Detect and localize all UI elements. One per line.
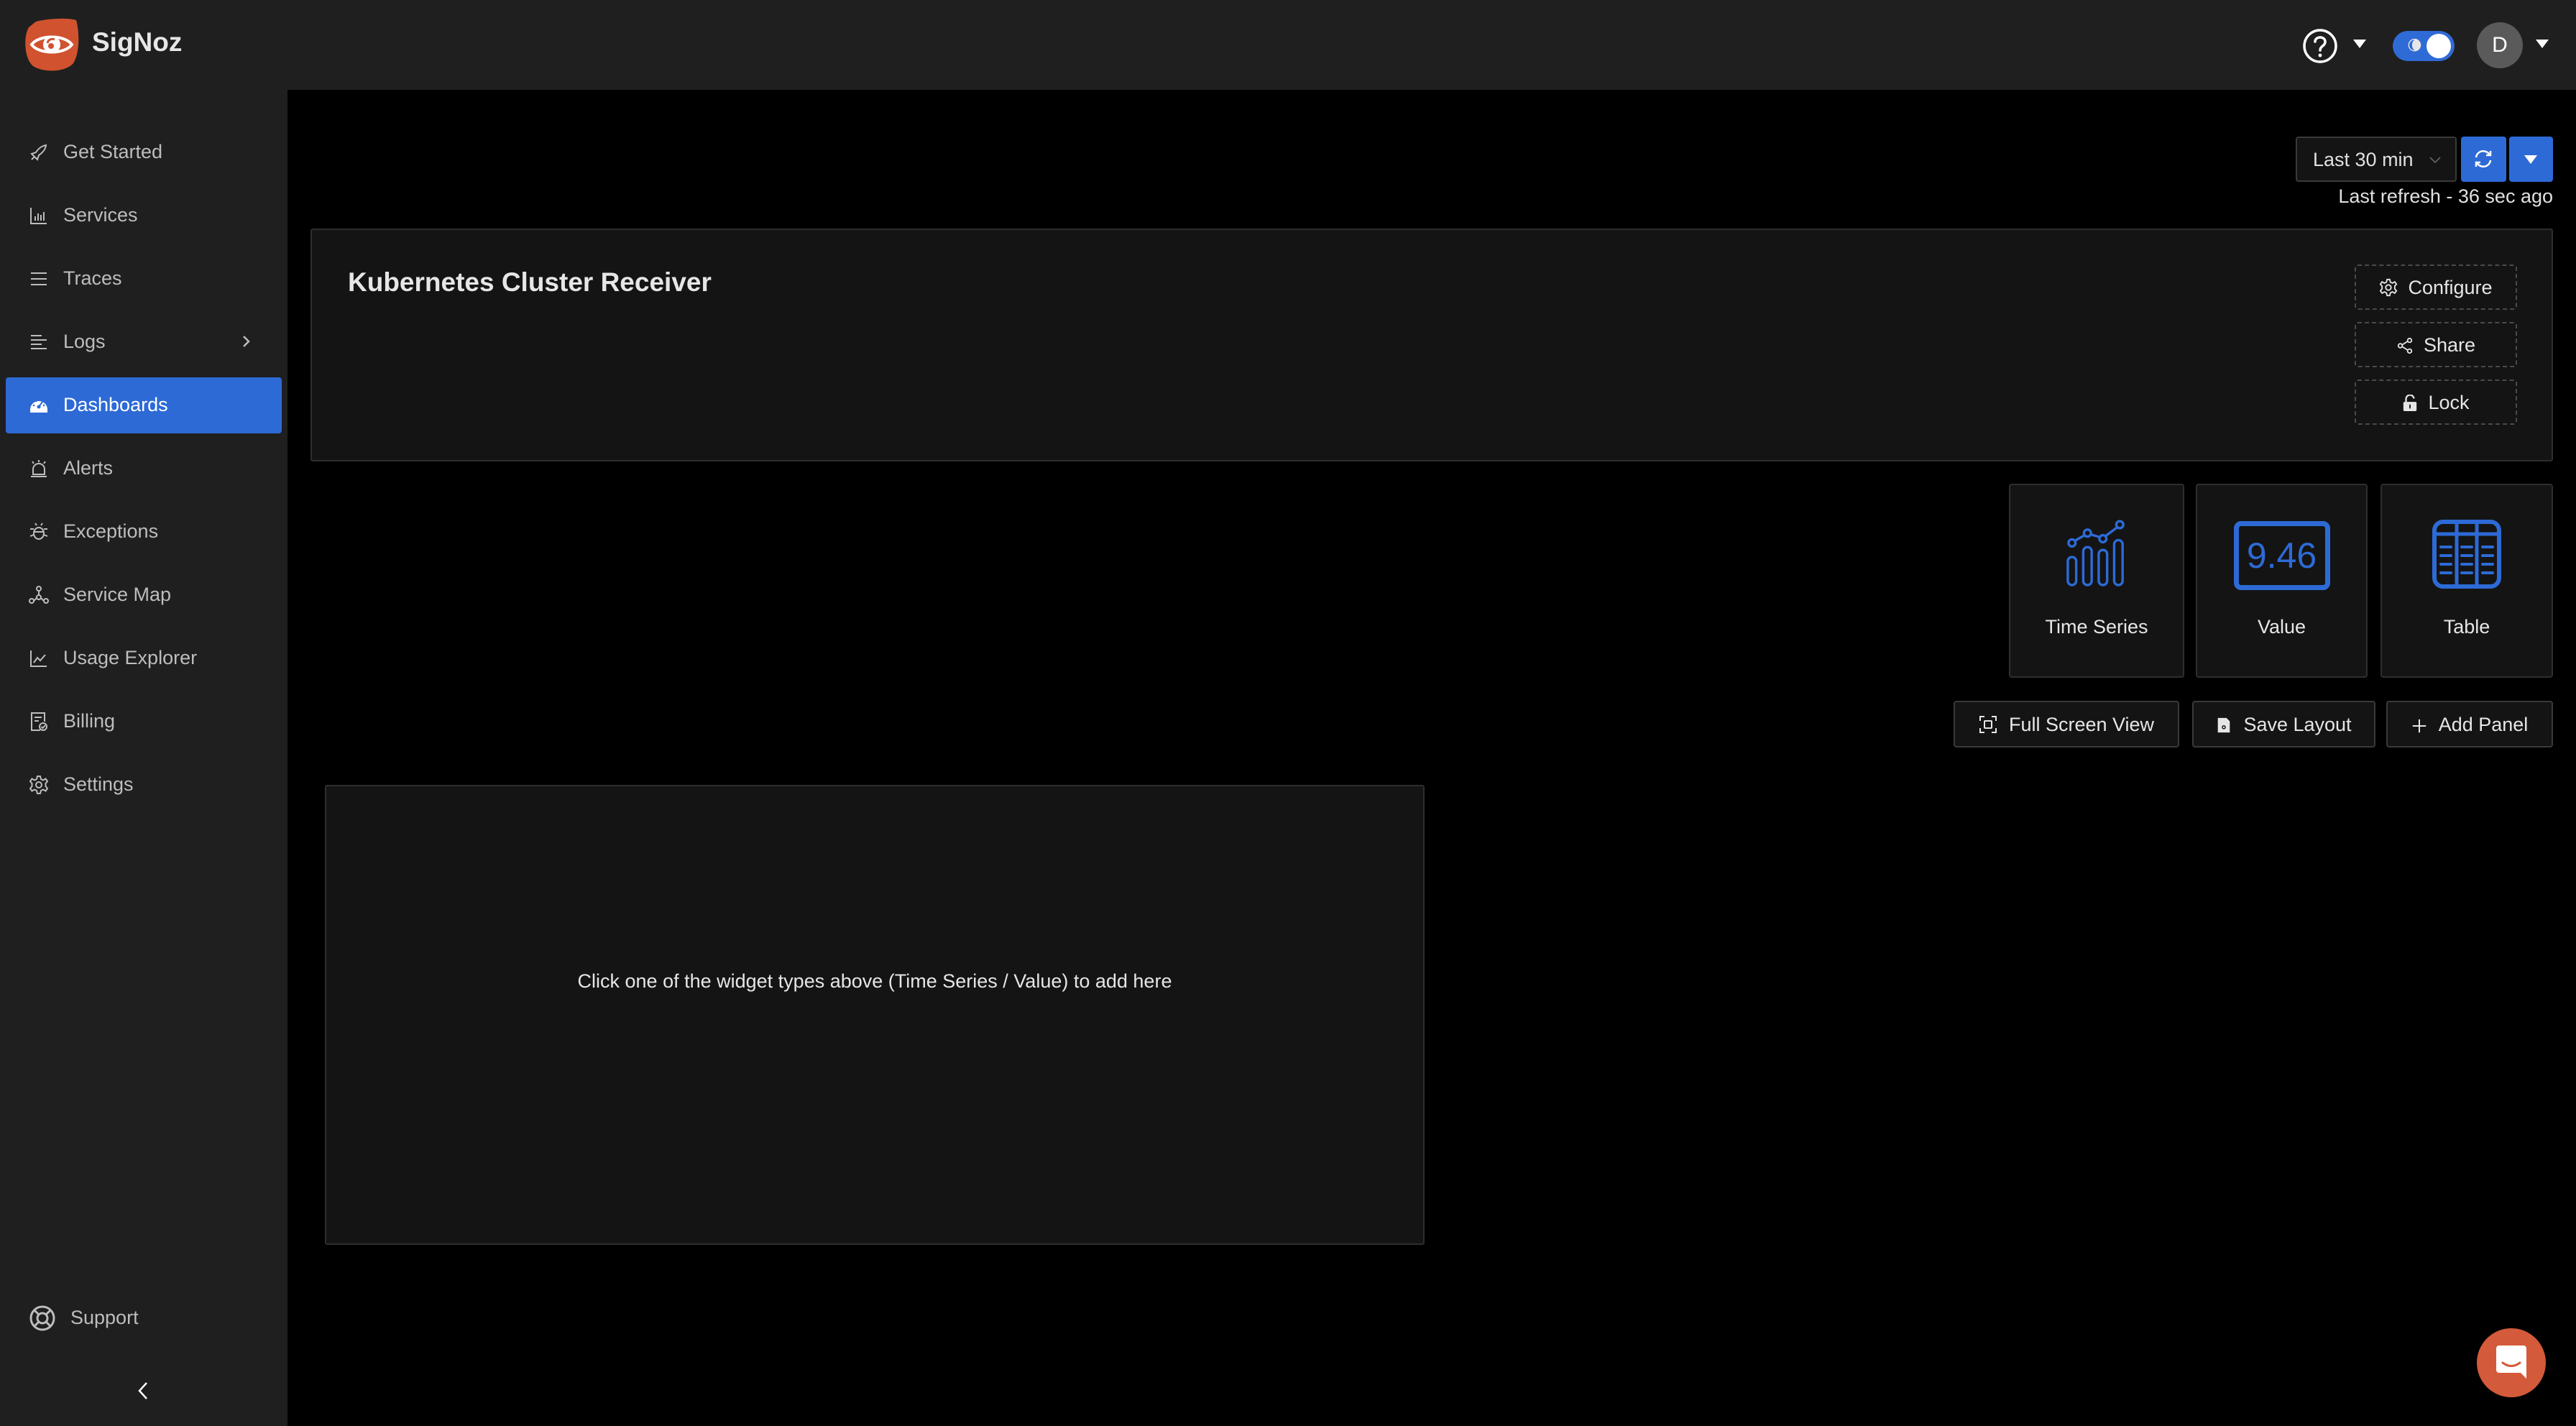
help-icon[interactable] (2302, 28, 2338, 64)
moon-icon: 🌘 (2407, 38, 2422, 54)
rocket-icon (30, 144, 47, 161)
plus-icon (2412, 719, 2426, 733)
dashboard-title: Kubernetes Cluster Receiver (348, 267, 712, 297)
gear-icon (29, 776, 49, 794)
refresh-icon (2475, 150, 2492, 167)
empty-panel-placeholder[interactable]: Click one of the widget types above (Tim… (325, 785, 1425, 1245)
lock-button[interactable]: Lock (2355, 380, 2517, 425)
align-left-icon (31, 335, 47, 349)
share-button[interactable]: Share (2355, 322, 2517, 367)
deployment-unit-icon (29, 586, 49, 604)
sidebar-item-services[interactable]: Services (6, 188, 282, 244)
add-panel-button[interactable]: Add Panel (2386, 701, 2553, 748)
gear-icon (2380, 278, 2398, 297)
signoz-logo-icon[interactable] (23, 16, 80, 73)
fullscreen-icon (1979, 716, 1997, 733)
sidebar: Get Started Services Traces Logs Dashboa… (0, 90, 288, 1426)
lifebuoy-icon (29, 1305, 55, 1331)
help-dropdown-caret-icon[interactable] (2353, 40, 2366, 48)
refresh-button[interactable] (2461, 137, 2506, 182)
widget-table[interactable]: Table (2380, 484, 2553, 678)
sidebar-item-settings[interactable]: Settings (6, 757, 282, 813)
chevron-right-icon (243, 336, 250, 347)
theme-toggle[interactable]: 🌘 (2393, 31, 2455, 61)
sidebar-item-logs[interactable]: Logs (6, 314, 282, 370)
time-range-select[interactable]: Last 30 min (2296, 137, 2457, 182)
save-icon (2218, 717, 2230, 733)
sidebar-item-dashboards[interactable]: Dashboards (6, 377, 282, 433)
collapse-sidebar-chevron-icon[interactable] (135, 1380, 152, 1402)
sidebar-item-alerts[interactable]: Alerts (6, 441, 282, 497)
bug-icon (29, 523, 48, 540)
toggle-knob (2426, 34, 2451, 58)
time-series-icon (2066, 520, 2125, 586)
configure-button[interactable]: Configure (2355, 264, 2517, 310)
user-dropdown-caret-icon[interactable] (2536, 40, 2549, 48)
sidebar-item-usage-explorer[interactable]: Usage Explorer (6, 630, 282, 686)
widget-time-series[interactable]: Time Series (2009, 484, 2184, 678)
sidebar-item-traces[interactable]: Traces (6, 251, 282, 307)
top-header: SigNoz 🌘 D (0, 0, 2576, 90)
sidebar-item-get-started[interactable]: Get Started (6, 124, 282, 180)
widget-value[interactable]: 9.46 Value (2196, 484, 2368, 678)
sidebar-item-service-map[interactable]: Service Map (6, 567, 282, 623)
bar-chart-icon (30, 208, 47, 224)
dashboard-gauge-icon (30, 400, 47, 413)
chat-bubble-icon (2496, 1346, 2526, 1379)
value-icon: 9.46 (2233, 521, 2330, 590)
auto-refresh-dropdown-button[interactable] (2509, 137, 2553, 182)
unlock-icon (2404, 394, 2417, 411)
alarm-icon (31, 460, 47, 477)
chevron-down-icon (2429, 157, 2441, 164)
user-avatar[interactable]: D (2477, 22, 2523, 68)
save-layout-button[interactable]: Save Layout (2192, 701, 2375, 748)
sidebar-item-exceptions[interactable]: Exceptions (6, 504, 282, 560)
table-icon (2432, 520, 2501, 589)
brand-name: SigNoz (92, 27, 183, 57)
share-icon (2397, 337, 2413, 354)
chat-support-button[interactable] (2477, 1328, 2546, 1397)
line-chart-icon (30, 650, 47, 667)
full-screen-view-button[interactable]: Full Screen View (1954, 701, 2179, 748)
dashboard-header-card: Kubernetes Cluster Receiver Configure Sh… (310, 229, 2553, 461)
menu-lines-icon (31, 272, 47, 285)
billing-icon (31, 712, 47, 731)
empty-panel-message: Click one of the widget types above (Tim… (577, 970, 1172, 992)
caret-down-icon (2524, 155, 2537, 164)
sidebar-item-billing[interactable]: Billing (6, 694, 282, 750)
last-refresh-status: Last refresh - 36 sec ago (2338, 185, 2553, 207)
